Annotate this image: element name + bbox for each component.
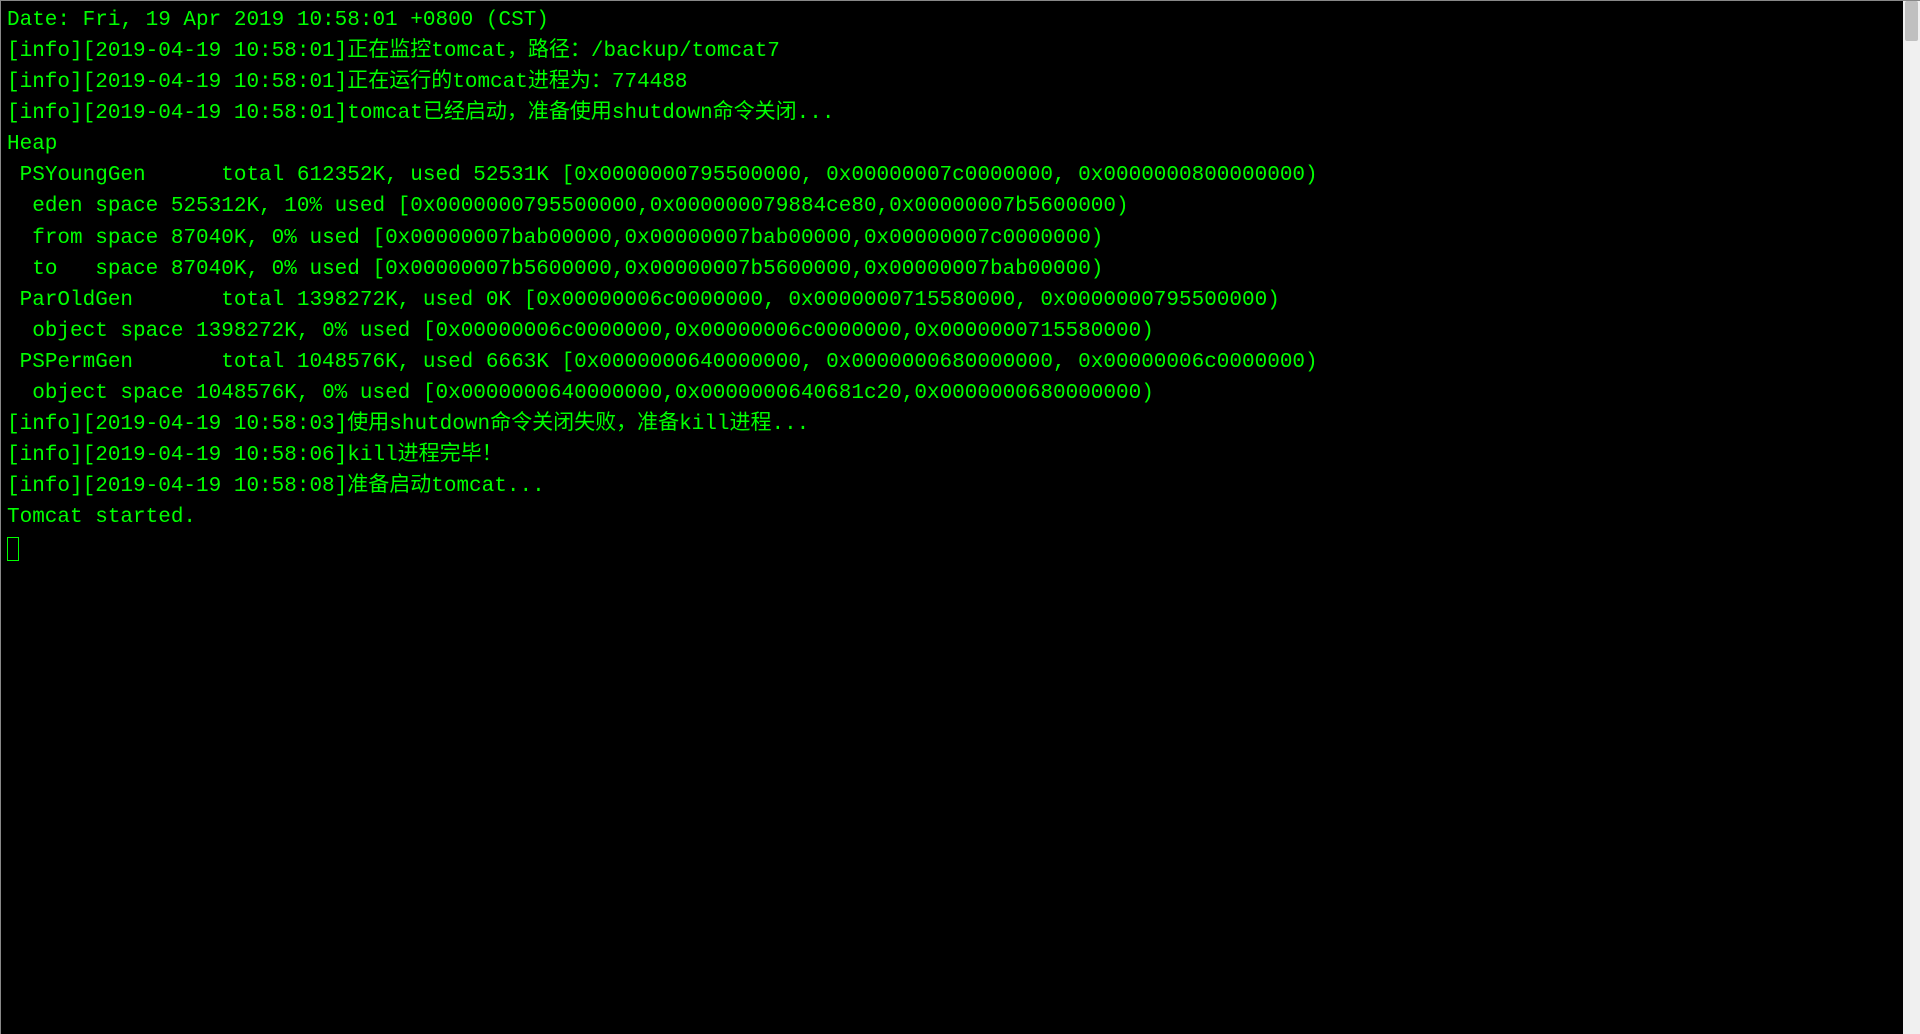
terminal-line: to space 87040K, 0% used [0x00000007b560… <box>7 254 1897 285</box>
terminal-line: [info][2019-04-19 10:58:01]正在监控tomcat，路径… <box>7 36 1897 67</box>
terminal-line: PSYoungGen total 612352K, used 52531K [0… <box>7 160 1897 191</box>
terminal-line: from space 87040K, 0% used [0x00000007ba… <box>7 223 1897 254</box>
terminal-line: Date: Fri, 19 Apr 2019 10:58:01 +0800 (C… <box>7 5 1897 36</box>
terminal-line: object space 1048576K, 0% used [0x000000… <box>7 378 1897 409</box>
terminal-line: [info][2019-04-19 10:58:01]正在运行的tomcat进程… <box>7 67 1897 98</box>
terminal-line: [info][2019-04-19 10:58:08]准备启动tomcat... <box>7 471 1897 502</box>
scrollbar-track[interactable] <box>1903 1 1920 1034</box>
terminal-window: Date: Fri, 19 Apr 2019 10:58:01 +0800 (C… <box>0 0 1920 1034</box>
terminal-line: object space 1398272K, 0% used [0x000000… <box>7 316 1897 347</box>
terminal-line: PSPermGen total 1048576K, used 6663K [0x… <box>7 347 1897 378</box>
terminal-line: Heap <box>7 129 1897 160</box>
terminal-line: Tomcat started. <box>7 502 1897 533</box>
terminal-line: ParOldGen total 1398272K, used 0K [0x000… <box>7 285 1897 316</box>
terminal-line: [info][2019-04-19 10:58:03]使用shutdown命令关… <box>7 409 1897 440</box>
terminal-line: [info][2019-04-19 10:58:01]tomcat已经启动，准备… <box>7 98 1897 129</box>
terminal-output[interactable]: Date: Fri, 19 Apr 2019 10:58:01 +0800 (C… <box>1 1 1903 1034</box>
scrollbar-thumb[interactable] <box>1905 1 1918 41</box>
terminal-line: eden space 525312K, 10% used [0x00000007… <box>7 191 1897 222</box>
terminal-cursor <box>7 537 19 561</box>
terminal-line: [info][2019-04-19 10:58:06]kill进程完毕！ <box>7 440 1897 471</box>
